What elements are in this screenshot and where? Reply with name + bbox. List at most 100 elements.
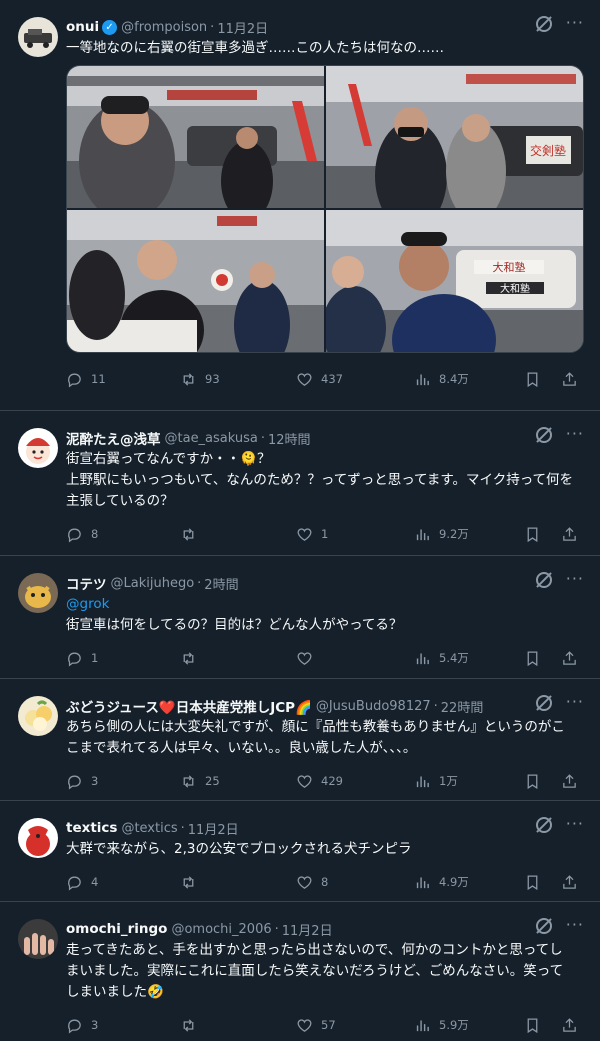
repost-button[interactable]: 25: [180, 773, 296, 790]
more-icon[interactable]: ···: [566, 426, 584, 443]
more-icon[interactable]: ···: [566, 571, 584, 588]
views-button[interactable]: 4.9万: [414, 874, 524, 891]
more-icon[interactable]: ···: [566, 917, 584, 934]
grok-icon[interactable]: [535, 16, 552, 32]
mention-link[interactable]: @grok: [66, 594, 574, 615]
views-button[interactable]: 8.4万: [414, 371, 524, 388]
display-name[interactable]: omochi_ringo: [66, 921, 167, 937]
post-actions: 1 5.4万: [66, 636, 584, 680]
handle[interactable]: @omochi_2006: [171, 922, 271, 937]
display-name[interactable]: コテツ: [66, 573, 107, 593]
avatar[interactable]: [18, 573, 58, 613]
post-actions: 4 8 4.9万: [66, 860, 584, 904]
timestamp[interactable]: 2時間: [204, 574, 238, 593]
post-tae-asakusa[interactable]: 泥酔たえ@浅草 @tae_asakusa · 12時間 ··· 街宣右翼ってなん…: [0, 411, 600, 556]
photo-3[interactable]: [67, 210, 324, 352]
reply-button[interactable]: 8: [66, 526, 180, 543]
avatar[interactable]: [18, 919, 58, 959]
reply-button[interactable]: 3: [66, 773, 180, 790]
share-icon: [563, 874, 576, 889]
bookmark-button[interactable]: [524, 371, 541, 388]
post-jusubudo[interactable]: ぶどうジュース❤️日本共産党推しJCP🌈 @JusuBudo98127 · 22…: [0, 679, 600, 801]
repost-button[interactable]: [180, 874, 296, 891]
timestamp[interactable]: 12時間: [268, 429, 311, 448]
timestamp[interactable]: 11月2日: [282, 920, 333, 939]
share-button[interactable]: [561, 773, 578, 790]
photo-1[interactable]: [67, 66, 324, 208]
share-icon: [563, 371, 576, 386]
handle[interactable]: @tae_asakusa: [165, 431, 258, 446]
bookmark-button[interactable]: [524, 1017, 541, 1034]
repost-button[interactable]: [180, 650, 296, 667]
handle[interactable]: @textics: [121, 821, 177, 836]
grok-icon[interactable]: [535, 695, 552, 711]
bookmark-icon: [527, 1017, 538, 1033]
timestamp[interactable]: 11月2日: [217, 18, 268, 37]
bookmark-button[interactable]: [524, 526, 541, 543]
reply-button[interactable]: 1: [66, 650, 180, 667]
like-button[interactable]: [296, 650, 414, 667]
like-button[interactable]: 437: [296, 371, 414, 388]
display-name[interactable]: 泥酔たえ@浅草: [66, 428, 161, 448]
reply-button[interactable]: 4: [66, 874, 180, 891]
reply-button[interactable]: 3: [66, 1017, 180, 1034]
display-name[interactable]: textics: [66, 820, 117, 836]
more-icon[interactable]: ···: [566, 816, 584, 833]
views-button[interactable]: 5.9万: [414, 1017, 524, 1034]
bookmark-button[interactable]: [524, 773, 541, 790]
grok-icon[interactable]: [535, 817, 552, 833]
view-count: 4.9万: [439, 875, 469, 889]
repost-button[interactable]: [180, 1017, 296, 1034]
more-icon[interactable]: ···: [566, 694, 584, 711]
avatar[interactable]: [18, 428, 58, 468]
views-button[interactable]: 1万: [414, 773, 524, 790]
like-count: 8: [321, 875, 329, 889]
avatar[interactable]: [18, 696, 58, 736]
photo-2[interactable]: 交剣塾: [326, 66, 583, 208]
views-icon: [416, 1020, 429, 1031]
display-name[interactable]: ぶどうジュース❤️日本共産党推しJCP🌈: [66, 696, 312, 716]
post-onui[interactable]: onui ✓ @frompoison · 11月2日 ··· 一等地なのに右翼の…: [0, 0, 600, 411]
post-lakijuhego[interactable]: コテツ @Lakijuhego · 2時間 ··· @grok 街宣車は何をして…: [0, 556, 600, 679]
views-button[interactable]: 9.2万: [414, 526, 524, 543]
avatar[interactable]: [18, 17, 58, 57]
post-textics[interactable]: textics @textics · 11月2日 ··· 大群で来ながら、2,3…: [0, 801, 600, 902]
grok-icon[interactable]: [535, 427, 552, 443]
timestamp[interactable]: 11月2日: [188, 819, 239, 838]
grok-icon[interactable]: [535, 572, 552, 588]
post-omochi-ringo[interactable]: omochi_ringo @omochi_2006 · 11月2日 ··· 走っ…: [0, 902, 600, 1041]
share-button[interactable]: [561, 650, 578, 667]
reply-count: 1: [91, 651, 99, 665]
share-button[interactable]: [561, 874, 578, 891]
handle[interactable]: @frompoison: [121, 20, 207, 35]
handle[interactable]: @Lakijuhego: [111, 576, 195, 591]
repost-button[interactable]: 93: [180, 371, 296, 388]
view-count: 5.4万: [439, 651, 469, 665]
more-icon[interactable]: ···: [566, 15, 584, 32]
like-button[interactable]: 429: [296, 773, 414, 790]
handle[interactable]: @JusuBudo98127: [316, 699, 431, 714]
views-button[interactable]: 5.4万: [414, 650, 524, 667]
like-button[interactable]: 8: [296, 874, 414, 891]
grok-icon[interactable]: [535, 918, 552, 934]
share-button[interactable]: [561, 1017, 578, 1034]
like-button[interactable]: 1: [296, 526, 414, 543]
timestamp[interactable]: 22時間: [441, 697, 484, 716]
bookmark-button[interactable]: [524, 874, 541, 891]
share-button[interactable]: [561, 371, 578, 388]
heart-icon: [297, 774, 312, 788]
display-name[interactable]: onui: [66, 19, 99, 35]
bookmark-icon: [527, 526, 538, 542]
share-button[interactable]: [561, 526, 578, 543]
like-button[interactable]: 57: [296, 1017, 414, 1034]
repost-button[interactable]: [180, 526, 296, 543]
media-grid[interactable]: 交剣塾 大和塾 大和塾: [66, 65, 584, 353]
reply-button[interactable]: 11: [66, 371, 180, 388]
views-icon: [416, 776, 429, 787]
repost-icon: [183, 774, 194, 788]
bookmark-button[interactable]: [524, 650, 541, 667]
avatar[interactable]: [18, 818, 58, 858]
post-header: onui ✓ @frompoison · 11月2日: [66, 16, 584, 38]
heart-icon: [297, 651, 312, 665]
photo-4[interactable]: 大和塾 大和塾: [326, 210, 583, 352]
